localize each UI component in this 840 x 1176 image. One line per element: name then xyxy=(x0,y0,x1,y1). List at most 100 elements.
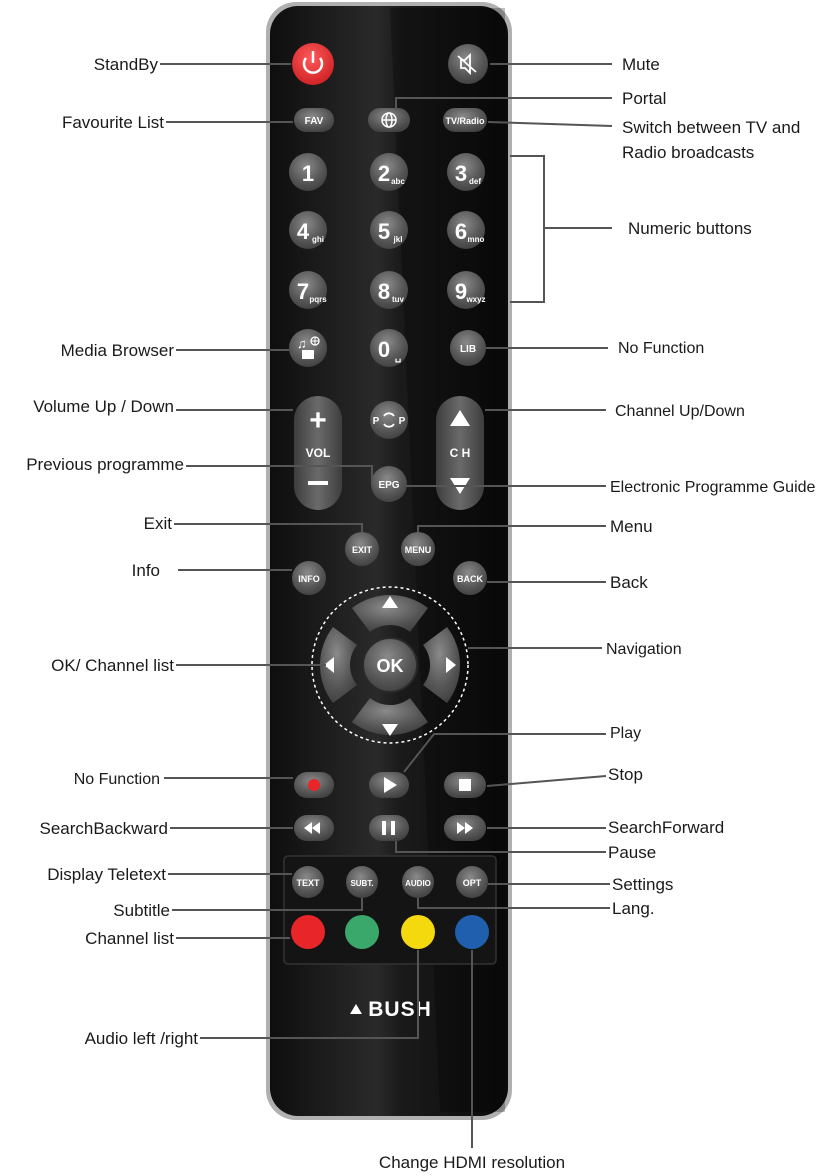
key-4[interactable]: 4 ghi xyxy=(289,211,327,249)
audio-button[interactable]: AUDIO xyxy=(402,866,434,898)
search-forward-button[interactable] xyxy=(444,815,486,841)
label-record: No Function xyxy=(74,771,160,788)
svg-text:tuv: tuv xyxy=(392,295,405,304)
label-ok: OK/ Channel list xyxy=(51,656,174,675)
svg-text:8: 8 xyxy=(378,279,390,304)
volume-rocker[interactable]: + VOL xyxy=(294,396,342,510)
label-info: Info xyxy=(132,561,160,580)
svg-text:P: P xyxy=(399,416,406,427)
svg-text:MENU: MENU xyxy=(405,545,432,555)
label-tvradio-2: Radio broadcasts xyxy=(622,143,754,162)
label-standby: StandBy xyxy=(94,55,159,74)
svg-text:9: 9 xyxy=(455,279,467,304)
svg-text:5: 5 xyxy=(378,219,390,244)
key-0[interactable]: 0 ␣ xyxy=(370,329,408,367)
previous-programme-button[interactable]: P P xyxy=(370,401,408,439)
exit-button[interactable]: EXIT xyxy=(345,532,379,566)
media-browser-button[interactable]: ♫ xyxy=(289,329,327,367)
label-pause: Pause xyxy=(608,843,656,862)
label-exit: Exit xyxy=(144,514,173,533)
subtitle-button[interactable]: SUBT. xyxy=(346,866,378,898)
tv-radio-button[interactable]: TV/Radio xyxy=(443,108,487,132)
svg-text:BACK: BACK xyxy=(457,574,483,584)
epg-button[interactable]: EPG xyxy=(371,466,407,502)
info-button[interactable]: INFO xyxy=(292,561,326,595)
label-navigation: Navigation xyxy=(606,641,682,658)
svg-text:LIB: LIB xyxy=(460,344,476,355)
standby-button[interactable] xyxy=(292,43,334,85)
label-favourite: Favourite List xyxy=(62,113,164,132)
label-tvradio-1: Switch between TV and xyxy=(622,118,800,137)
label-channel: Channel Up/Down xyxy=(615,403,745,420)
channel-rocker[interactable]: C H xyxy=(436,396,484,510)
svg-text:SUBT.: SUBT. xyxy=(350,879,373,888)
label-search-fwd: SearchForward xyxy=(608,818,724,837)
svg-text:1: 1 xyxy=(302,161,314,186)
fav-label: FAV xyxy=(305,116,324,127)
yellow-button[interactable] xyxy=(401,915,435,949)
svg-text:EXIT: EXIT xyxy=(352,545,373,555)
red-button[interactable] xyxy=(291,915,325,949)
key-7[interactable]: 7 pqrs xyxy=(289,271,327,309)
svg-text:♫: ♫ xyxy=(297,336,307,351)
record-icon xyxy=(308,779,320,791)
key-8[interactable]: 8 tuv xyxy=(370,271,408,309)
lib-button[interactable]: LIB xyxy=(450,330,486,366)
svg-text:7: 7 xyxy=(297,279,309,304)
text-button[interactable]: TEXT xyxy=(292,866,324,898)
key-5[interactable]: 5 jkl xyxy=(370,211,408,249)
svg-text:abc: abc xyxy=(391,177,405,186)
svg-text:ghi: ghi xyxy=(312,235,324,244)
stop-button[interactable] xyxy=(444,772,486,798)
volume-up-icon: + xyxy=(309,404,327,437)
blue-button[interactable] xyxy=(455,915,489,949)
back-button[interactable]: BACK xyxy=(453,561,487,595)
menu-button[interactable]: MENU xyxy=(401,532,435,566)
key-6[interactable]: 6 mno xyxy=(447,211,485,249)
label-hdmi: Change HDMI resolution xyxy=(379,1153,565,1172)
svg-text:OPT: OPT xyxy=(463,878,482,888)
label-settings: Settings xyxy=(612,875,673,894)
label-mute: Mute xyxy=(622,55,660,74)
ok-button[interactable]: OK xyxy=(362,637,418,693)
record-button[interactable] xyxy=(294,772,334,798)
mute-button[interactable] xyxy=(448,44,488,84)
key-1[interactable]: 1 xyxy=(289,153,327,191)
volume-down-icon xyxy=(308,481,328,485)
label-volume: Volume Up / Down xyxy=(33,397,174,416)
svg-text:OK: OK xyxy=(377,656,404,676)
fav-button[interactable]: FAV xyxy=(294,108,334,132)
label-channel-list: Channel list xyxy=(85,929,174,948)
svg-text:AUDIO: AUDIO xyxy=(405,879,431,888)
svg-text:2: 2 xyxy=(378,161,390,186)
tv-radio-label: TV/Radio xyxy=(445,116,485,126)
label-media: Media Browser xyxy=(61,341,175,360)
key-2[interactable]: 2 abc xyxy=(370,153,408,191)
label-stop: Stop xyxy=(608,765,643,784)
svg-text:pqrs: pqrs xyxy=(309,295,327,304)
label-lang: Lang. xyxy=(612,899,655,918)
ch-label: C H xyxy=(450,446,471,460)
svg-text:wxyz: wxyz xyxy=(465,295,485,304)
remote-control-diagram: FAV TV/Radio 1 2 abc 3 def 4 ghi 5 jkl 6… xyxy=(26,2,816,1172)
green-button[interactable] xyxy=(345,915,379,949)
svg-text:INFO: INFO xyxy=(298,574,320,584)
stop-icon xyxy=(459,779,471,791)
label-previous: Previous programme xyxy=(26,455,184,474)
search-backward-button[interactable] xyxy=(294,815,334,841)
label-teletext: Display Teletext xyxy=(47,865,166,884)
svg-text:jkl: jkl xyxy=(393,235,403,244)
opt-button[interactable]: OPT xyxy=(456,866,488,898)
key-3[interactable]: 3 def xyxy=(447,153,485,191)
portal-button[interactable] xyxy=(368,108,410,132)
svg-text:6: 6 xyxy=(455,219,467,244)
play-button[interactable] xyxy=(369,772,409,798)
label-back: Back xyxy=(610,573,648,592)
svg-text:P: P xyxy=(373,416,380,427)
label-epg: Electronic Programme Guide xyxy=(610,479,816,496)
label-portal: Portal xyxy=(622,89,666,108)
label-search-back: SearchBackward xyxy=(39,819,168,838)
pause-button[interactable] xyxy=(369,815,409,841)
vol-label: VOL xyxy=(306,446,331,460)
svg-text:3: 3 xyxy=(455,161,467,186)
